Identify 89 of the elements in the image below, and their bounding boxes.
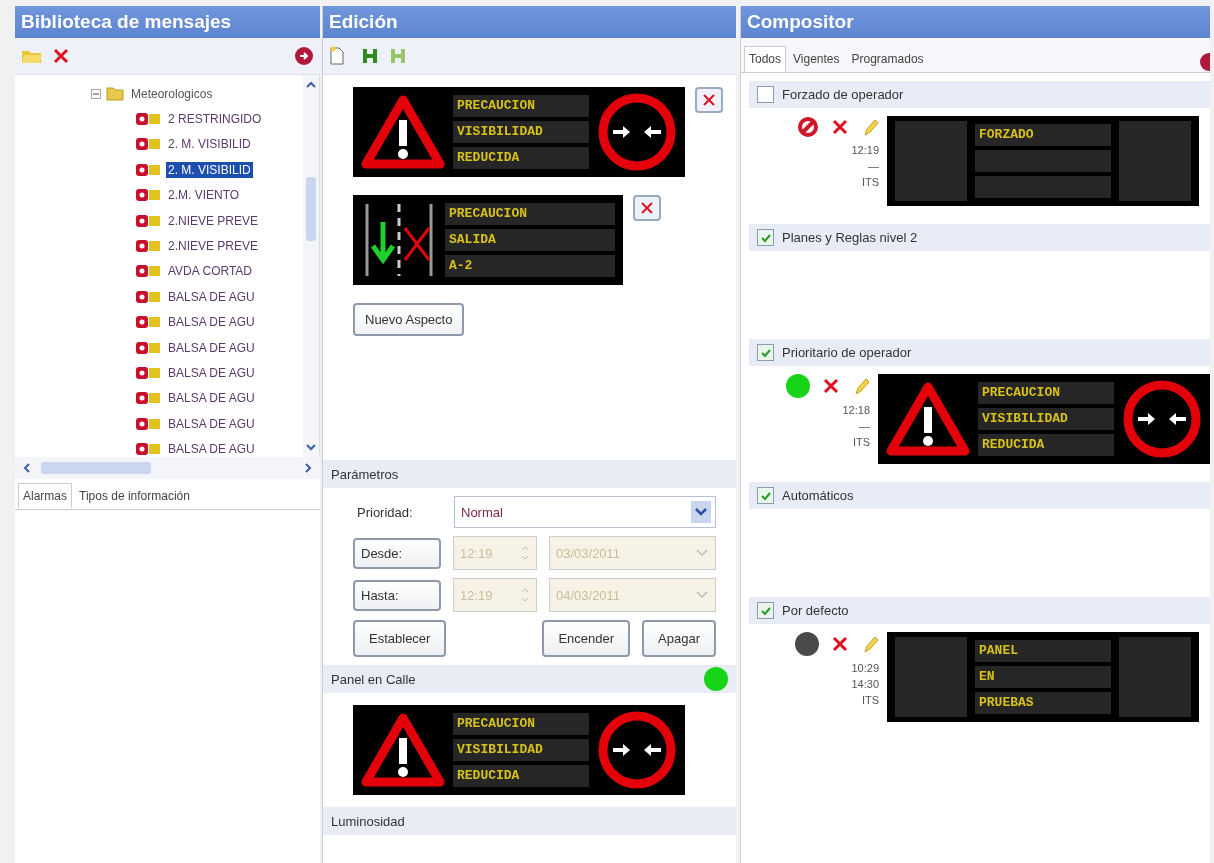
tree-item[interactable]: 2. M. VISIBILID — [166, 161, 253, 178]
save-all-icon[interactable] — [389, 47, 407, 65]
close-icon — [702, 93, 716, 107]
new-aspect-button[interactable]: Nuevo Aspecto — [353, 303, 465, 336]
message-icon — [135, 264, 161, 279]
collapse-icon[interactable] — [91, 88, 101, 99]
message-icon — [135, 416, 161, 431]
tree-item[interactable]: Meteorologicos — [129, 85, 215, 102]
delete-icon[interactable] — [831, 635, 849, 653]
delete-button[interactable] — [633, 195, 661, 221]
vertical-scrollbar[interactable] — [303, 75, 319, 457]
tab[interactable]: Alarmas — [18, 483, 72, 509]
panel-title: Compositor — [741, 6, 1210, 38]
folder-icon — [106, 86, 124, 102]
tree-item[interactable]: BALSA DE AGU — [166, 314, 257, 331]
group-title: Automáticos — [782, 488, 854, 503]
message-icon — [135, 340, 161, 355]
scroll-left-icon[interactable] — [21, 461, 33, 475]
tree-item[interactable]: AVDA CORTAD — [166, 263, 255, 280]
scroll-thumb[interactable] — [306, 177, 316, 241]
tab[interactable]: Todos — [744, 46, 787, 72]
time-text: 12:18 — [842, 403, 870, 418]
tree-item[interactable]: 2.M. VIENTO — [166, 187, 242, 204]
tree-item[interactable]: BALSA DE AGU — [166, 339, 257, 356]
checkbox[interactable] — [757, 344, 774, 361]
close-icon — [640, 201, 654, 215]
tree-item[interactable]: 2 RESTRINGIDO — [166, 111, 264, 128]
scroll-down-icon[interactable] — [304, 441, 318, 453]
source-text: ITS — [852, 435, 870, 450]
message-icon — [135, 239, 161, 254]
time-text: — — [859, 419, 870, 434]
tree-item[interactable]: 2.NIEVE PREVE — [166, 238, 261, 255]
tree-item[interactable]: BALSA DE AGU — [166, 415, 257, 432]
pencil-icon[interactable] — [852, 376, 870, 396]
message-icon — [135, 188, 161, 203]
checkbox[interactable] — [757, 602, 774, 619]
checkbox[interactable] — [757, 229, 774, 246]
delete-button[interactable] — [695, 87, 723, 113]
time-text: — — [868, 159, 879, 174]
priority-dropdown[interactable]: Normal — [454, 496, 716, 528]
tree-item[interactable]: 2. M. VISIBILID — [166, 136, 253, 153]
delete-icon[interactable] — [831, 118, 849, 136]
message-icon — [135, 162, 161, 177]
action-button[interactable]: Apagar — [642, 620, 716, 657]
checkbox[interactable] — [757, 487, 774, 504]
panel-title: Edición — [323, 6, 736, 38]
delete-icon[interactable] — [53, 48, 69, 64]
scroll-right-icon[interactable] — [302, 461, 314, 475]
new-document-icon[interactable] — [329, 46, 345, 66]
group-title: Prioritario de operador — [782, 345, 912, 360]
time-text: 14:30 — [851, 677, 879, 692]
save-icon[interactable] — [361, 47, 379, 65]
message-icon — [135, 442, 161, 457]
group-title: Forzado de operador — [782, 87, 904, 102]
section-title: Panel en Calle — [331, 671, 416, 687]
message-icon — [135, 213, 161, 228]
checkbox[interactable] — [757, 86, 774, 103]
action-button[interactable]: Encender — [542, 620, 631, 657]
horizontal-scrollbar[interactable] — [15, 457, 320, 479]
delete-icon[interactable] — [822, 377, 840, 395]
message-icon — [135, 289, 161, 304]
panel-title: Biblioteca de mensajes — [15, 6, 320, 38]
message-icon — [135, 366, 161, 380]
field-label: Prioridad: — [356, 504, 414, 520]
source-text: ITS — [861, 175, 879, 190]
message-icon — [135, 137, 161, 152]
message-icon — [135, 112, 161, 127]
time-text: 12:19 — [851, 143, 879, 158]
group-title: Planes y Reglas nivel 2 — [782, 230, 918, 245]
tree-item[interactable]: BALSA DE AGU — [166, 288, 257, 305]
tree-item[interactable]: BALSA DE AGU — [166, 441, 257, 457]
section-title: Luminosidad — [331, 813, 405, 829]
source-text: ITS — [861, 693, 879, 708]
group-title: Por defecto — [782, 603, 849, 618]
pencil-icon[interactable] — [861, 634, 879, 654]
message-icon — [135, 391, 161, 406]
pencil-icon[interactable] — [861, 117, 879, 137]
time-text: 10:29 — [851, 661, 879, 676]
message-icon — [135, 315, 161, 330]
scroll-thumb[interactable] — [41, 462, 151, 474]
tree-item[interactable]: 2.NIEVE PREVE — [166, 212, 261, 229]
tab[interactable]: Vigentes — [788, 46, 845, 72]
section-title: Parámetros — [331, 466, 399, 482]
tree-item[interactable]: BALSA DE AGU — [166, 390, 257, 407]
caret-icon[interactable] — [691, 501, 711, 523]
action-button[interactable]: Establecer — [353, 620, 447, 657]
tab[interactable]: Programados — [846, 46, 929, 72]
tree-item[interactable]: BALSA DE AGU — [166, 365, 257, 381]
tab[interactable]: Tipos de información — [74, 483, 195, 509]
